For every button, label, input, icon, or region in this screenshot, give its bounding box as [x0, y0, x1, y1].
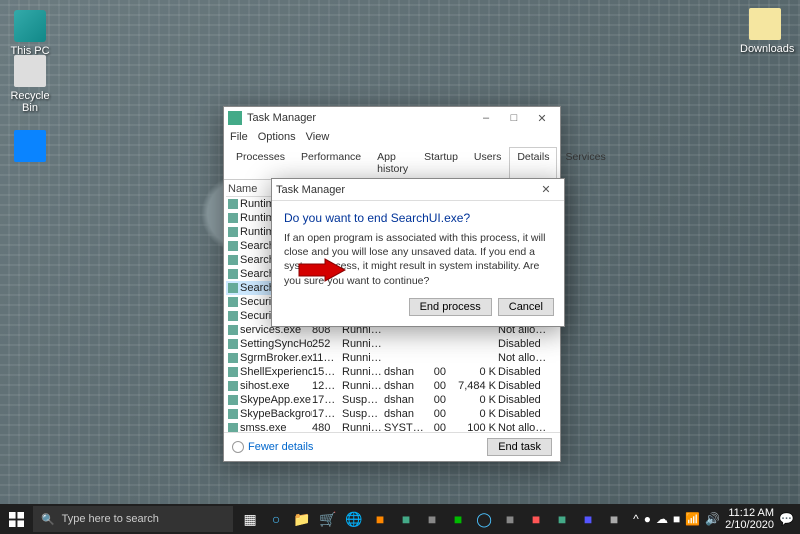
- table-row[interactable]: SgrmBroker.exe11768RunningNot allowed: [226, 351, 558, 365]
- end-task-button[interactable]: End task: [487, 438, 552, 456]
- menu-file[interactable]: File: [230, 131, 248, 143]
- search-placeholder: Type here to search: [62, 513, 159, 525]
- app1-icon[interactable]: ■: [367, 504, 393, 534]
- fewer-details-link[interactable]: Fewer details: [232, 441, 313, 453]
- app6-icon[interactable]: ■: [575, 504, 601, 534]
- titlebar[interactable]: Task Manager – □ ✕: [224, 107, 560, 129]
- table-row[interactable]: smss.exe480RunningSYSTEM00100 KNot allow…: [226, 421, 558, 432]
- taskbar[interactable]: 🔍 Type here to search ▦ ○ 📁 🛒 🌐 ■ ■ ■ ■ …: [0, 504, 800, 534]
- start-button[interactable]: [0, 504, 33, 534]
- dialog-close-button[interactable]: ✕: [532, 180, 560, 200]
- cancel-button[interactable]: Cancel: [498, 298, 554, 316]
- app3-icon[interactable]: ■: [419, 504, 445, 534]
- desktop-icon-downloads[interactable]: Downloads: [740, 8, 790, 55]
- store-icon[interactable]: 🛒: [315, 504, 341, 534]
- wifi-icon[interactable]: 📶: [685, 512, 700, 526]
- desktop-icon-thispc[interactable]: This PC: [5, 10, 55, 57]
- app-icon: [228, 111, 242, 125]
- app4-icon[interactable]: ■: [497, 504, 523, 534]
- search-box[interactable]: 🔍 Type here to search: [33, 506, 233, 532]
- confirm-dialog: Task Manager ✕ Do you want to end Search…: [271, 178, 565, 327]
- dialog-question: Do you want to end SearchUI.exe?: [284, 211, 552, 225]
- dialog-titlebar[interactable]: Task Manager ✕: [272, 179, 564, 201]
- edge-icon[interactable]: 🌐: [341, 504, 367, 534]
- table-row[interactable]: SettingSyncHost.exe252RunningDisabled: [226, 337, 558, 351]
- tab-services[interactable]: Services: [557, 147, 613, 179]
- table-row[interactable]: SkypeBackgroundHo...17156Suspendeddshan0…: [226, 407, 558, 421]
- cortana-icon[interactable]: ○: [263, 504, 289, 534]
- tabs: Processes Performance App history Startu…: [224, 147, 560, 180]
- window-title: Task Manager: [247, 112, 472, 124]
- menu-view[interactable]: View: [306, 131, 330, 143]
- taskmanager-icon[interactable]: ■: [549, 504, 575, 534]
- table-row[interactable]: SkypeApp.exe17404Suspendeddshan000 KDisa…: [226, 393, 558, 407]
- end-process-button[interactable]: End process: [409, 298, 492, 316]
- taskbar-apps: ▦ ○ 📁 🛒 🌐 ■ ■ ■ ■ ◯ ■ ■ ■ ■ ■: [237, 504, 627, 534]
- tab-startup[interactable]: Startup: [416, 147, 466, 179]
- cortana-ring-icon[interactable]: ◯: [471, 504, 497, 534]
- tray-i1[interactable]: ●: [644, 512, 651, 526]
- volume-icon[interactable]: 🔊: [705, 512, 720, 526]
- tab-apphistory[interactable]: App history: [369, 147, 416, 179]
- app5-icon[interactable]: ■: [523, 504, 549, 534]
- dialog-title: Task Manager: [276, 184, 532, 196]
- menu-options[interactable]: Options: [258, 131, 296, 143]
- desktop-icon-recyclebin[interactable]: Recycle Bin: [5, 55, 55, 114]
- menubar: File Options View: [224, 129, 560, 145]
- footer: Fewer details End task: [224, 432, 560, 461]
- dialog-message: If an open program is associated with th…: [284, 231, 552, 288]
- explorer-icon[interactable]: 📁: [289, 504, 315, 534]
- maximize-button[interactable]: □: [500, 108, 528, 128]
- tray-chevron-icon[interactable]: ^: [633, 512, 639, 526]
- table-row[interactable]: sihost.exe12916Runningdshan007,484 KDisa…: [226, 379, 558, 393]
- action-center-icon[interactable]: 💬: [779, 512, 794, 526]
- app2-icon[interactable]: ■: [393, 504, 419, 534]
- clock[interactable]: 11:12 AM2/10/2020: [725, 507, 774, 531]
- app7-icon[interactable]: ■: [601, 504, 627, 534]
- taskview-icon[interactable]: ▦: [237, 504, 263, 534]
- battery-icon[interactable]: ■: [673, 512, 680, 526]
- table-row[interactable]: ShellExperienceHost...15608Runningdshan0…: [226, 365, 558, 379]
- system-tray[interactable]: ^ ● ☁ ■ 📶 🔊 11:12 AM2/10/2020 💬: [627, 507, 800, 531]
- xbox-icon[interactable]: ■: [445, 504, 471, 534]
- close-button[interactable]: ✕: [528, 108, 556, 128]
- tab-users[interactable]: Users: [466, 147, 509, 179]
- tab-processes[interactable]: Processes: [228, 147, 293, 179]
- tab-details[interactable]: Details: [509, 147, 557, 180]
- minimize-button[interactable]: –: [472, 108, 500, 128]
- tab-performance[interactable]: Performance: [293, 147, 369, 179]
- search-icon: 🔍: [41, 513, 55, 526]
- onedrive-icon[interactable]: ☁: [656, 512, 668, 526]
- desktop-icon-app[interactable]: [5, 130, 55, 165]
